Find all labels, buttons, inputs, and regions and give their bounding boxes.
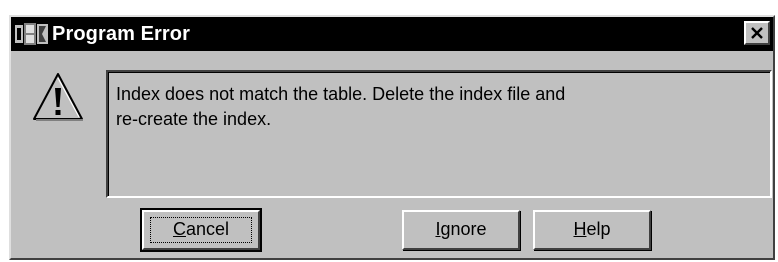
help-accelerator: H xyxy=(573,219,587,239)
message-panel: Index does not match the table. Delete t… xyxy=(106,70,772,198)
ignore-button-label: Ignore xyxy=(435,219,486,239)
app-icon[interactable] xyxy=(14,22,50,46)
ignore-label-rest: gnore xyxy=(440,219,487,239)
window-title: Program Error xyxy=(52,23,191,45)
cancel-accelerator: C xyxy=(172,219,186,239)
help-label-rest: elp xyxy=(586,219,611,239)
close-button[interactable] xyxy=(744,21,770,45)
help-button[interactable]: Help xyxy=(533,210,651,250)
cancel-button[interactable]: Cancel xyxy=(140,208,262,252)
close-icon xyxy=(751,27,763,39)
cancel-label-rest: ancel xyxy=(185,219,230,239)
warning-icon xyxy=(31,71,85,123)
cancel-button-label: Cancel xyxy=(173,219,229,239)
program-error-dialog: Program Error Index does not match the t… xyxy=(9,15,775,260)
ignore-button[interactable]: Ignore xyxy=(402,210,520,250)
help-button-label: Help xyxy=(573,219,610,239)
title-bar[interactable]: Program Error xyxy=(11,17,773,51)
error-message: Index does not match the table. Delete t… xyxy=(116,84,566,129)
